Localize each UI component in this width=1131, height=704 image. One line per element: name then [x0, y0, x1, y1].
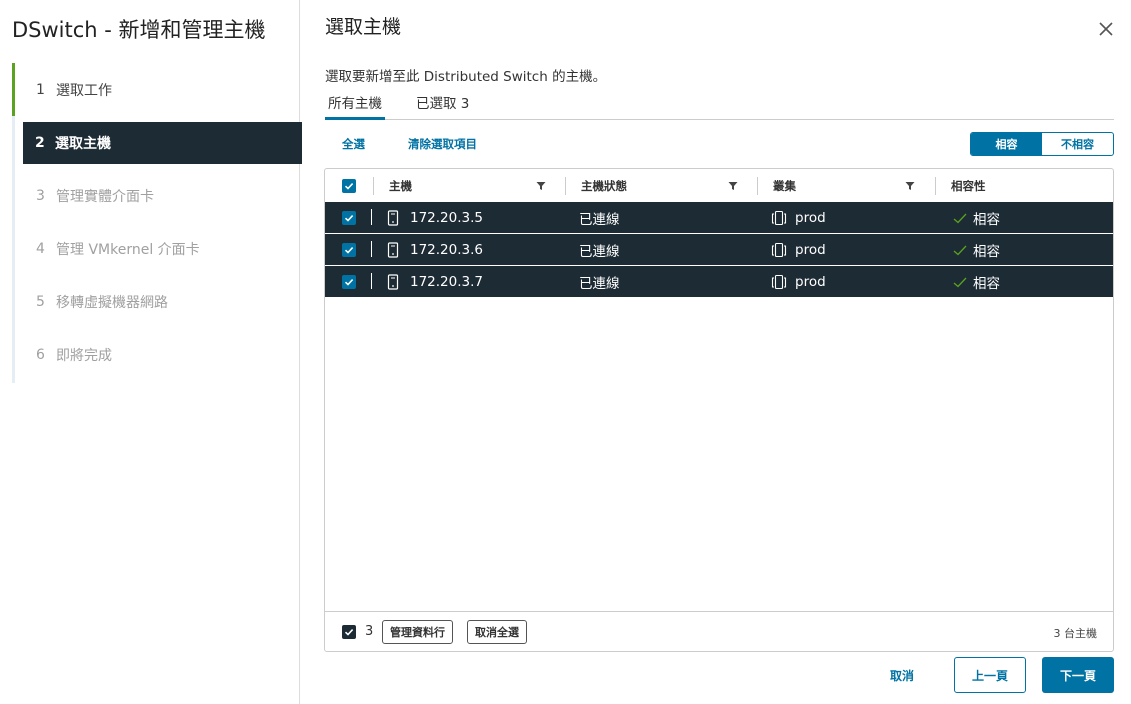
cancel-button[interactable]: 取消 — [866, 657, 938, 693]
total-hosts-count: 3 台主機 — [1053, 627, 1098, 640]
check-icon — [953, 234, 967, 266]
row-checkbox[interactable] — [342, 234, 356, 266]
wizard-steps: 1 選取工作 2 選取主機 3 管理實體介面卡 4 管理 VMkernel 介面… — [12, 63, 302, 383]
tab-selected-hosts[interactable]: 已選取 3 — [413, 92, 472, 120]
back-button[interactable]: 上一頁 — [954, 657, 1026, 693]
compatible-toggle-button[interactable]: 相容 — [971, 133, 1042, 155]
step-select-hosts[interactable]: 2 選取主機 — [23, 122, 302, 164]
header-select-all-checkbox[interactable] — [342, 169, 356, 203]
cluster-name: prod — [795, 242, 826, 258]
host-name[interactable]: 172.20.3.7 — [410, 266, 483, 298]
row-checkbox[interactable] — [342, 202, 356, 234]
step-label: 移轉虛擬機器網路 — [56, 294, 168, 311]
compatibility-toggle: 相容 不相容 — [970, 132, 1114, 156]
tab-all-hosts[interactable]: 所有主機 — [325, 92, 385, 120]
host-state: 已連線 — [579, 244, 620, 260]
checkbox-checked-icon — [342, 211, 356, 225]
filter-icon[interactable] — [905, 181, 915, 191]
host-name[interactable]: 172.20.3.6 — [410, 234, 483, 266]
column-header-host[interactable]: 主機 — [389, 169, 412, 203]
column-header-host-state[interactable]: 主機狀態 — [581, 169, 627, 203]
step-manage-physical-adapters: 3 管理實體介面卡 — [12, 169, 302, 222]
host-icon — [387, 202, 399, 234]
step-number: 4 — [36, 240, 45, 257]
table-row[interactable]: 172.20.3.5 已連線 prod 相容 — [325, 202, 1113, 234]
check-icon — [953, 266, 967, 298]
page-description: 選取要新增至此 Distributed Switch 的主機。 — [325, 69, 607, 85]
step-number: 1 — [36, 81, 45, 98]
page-title: 選取主機 — [325, 16, 402, 38]
step-number: 3 — [36, 187, 45, 204]
checkbox-checked-icon — [342, 275, 356, 289]
compatibility-value: 相容 — [973, 212, 1000, 228]
grid-header: 主機 主機狀態 叢集 相容性 — [325, 169, 1113, 203]
cluster-name: prod — [795, 210, 826, 226]
selected-count: 3 — [365, 624, 374, 639]
step-manage-vmkernel-adapters: 4 管理 VMkernel 介面卡 — [12, 222, 302, 275]
grid-footer: 3 管理資料行 取消全選 3 台主機 — [325, 611, 1113, 651]
table-row[interactable]: 172.20.3.6 已連線 prod 相容 — [325, 234, 1113, 266]
checkbox-checked-icon — [342, 243, 356, 257]
compatibility-value: 相容 — [973, 244, 1000, 260]
check-icon — [953, 202, 967, 234]
table-row[interactable]: 172.20.3.7 已連線 prod 相容 — [325, 266, 1113, 298]
step-number: 5 — [36, 293, 45, 310]
footer-selection-checkbox[interactable] — [342, 625, 356, 639]
filter-icon[interactable] — [536, 181, 546, 191]
step-number: 6 — [36, 346, 45, 363]
step-label: 管理 VMkernel 介面卡 — [56, 241, 200, 258]
filter-icon[interactable] — [728, 181, 738, 191]
manage-columns-button[interactable]: 管理資料行 — [382, 620, 453, 644]
cluster-icon — [771, 234, 787, 266]
step-label: 選取主機 — [55, 136, 111, 152]
checkbox-checked-icon — [342, 179, 356, 193]
host-tabs: 所有主機 已選取 3 — [325, 92, 1114, 120]
close-icon[interactable] — [1097, 20, 1115, 38]
row-checkbox[interactable] — [342, 266, 356, 298]
host-icon — [387, 234, 399, 266]
step-select-task[interactable]: 1 選取工作 — [12, 63, 302, 116]
cluster-icon — [771, 266, 787, 298]
incompatible-toggle-button[interactable]: 不相容 — [1042, 133, 1113, 155]
step-label: 管理實體介面卡 — [56, 188, 154, 205]
step-migrate-vm-networking: 5 移轉虛擬機器網路 — [12, 275, 302, 328]
step-label: 選取工作 — [56, 82, 112, 99]
compatibility-value: 相容 — [973, 276, 1000, 292]
host-state: 已連線 — [579, 276, 620, 292]
hosts-datagrid: 主機 主機狀態 叢集 相容性 172.20.3.5 已連線 prod 相容 17… — [324, 168, 1114, 652]
clear-selection-button[interactable]: 清除選取項目 — [408, 136, 477, 152]
host-name[interactable]: 172.20.3.5 — [410, 202, 483, 234]
next-button[interactable]: 下一頁 — [1042, 657, 1114, 693]
wizard-sidebar: DSwitch - 新增和管理主機 1 選取工作 2 選取主機 3 管理實體介面… — [0, 0, 302, 704]
host-state: 已連線 — [579, 212, 620, 228]
select-all-button[interactable]: 全選 — [342, 136, 365, 152]
column-header-compatibility[interactable]: 相容性 — [951, 169, 986, 203]
cluster-name: prod — [795, 274, 826, 290]
step-label: 即將完成 — [56, 347, 112, 364]
host-icon — [387, 266, 399, 298]
column-header-cluster[interactable]: 叢集 — [773, 169, 796, 203]
cluster-icon — [771, 202, 787, 234]
wizard-main: 選取主機 選取要新增至此 Distributed Switch 的主機。 所有主… — [300, 0, 1131, 704]
step-number: 2 — [35, 135, 45, 151]
checkbox-checked-icon — [342, 625, 356, 639]
deselect-all-button[interactable]: 取消全選 — [467, 620, 527, 644]
wizard-title: DSwitch - 新增和管理主機 — [12, 18, 266, 42]
step-ready-to-complete: 6 即將完成 — [12, 328, 302, 381]
